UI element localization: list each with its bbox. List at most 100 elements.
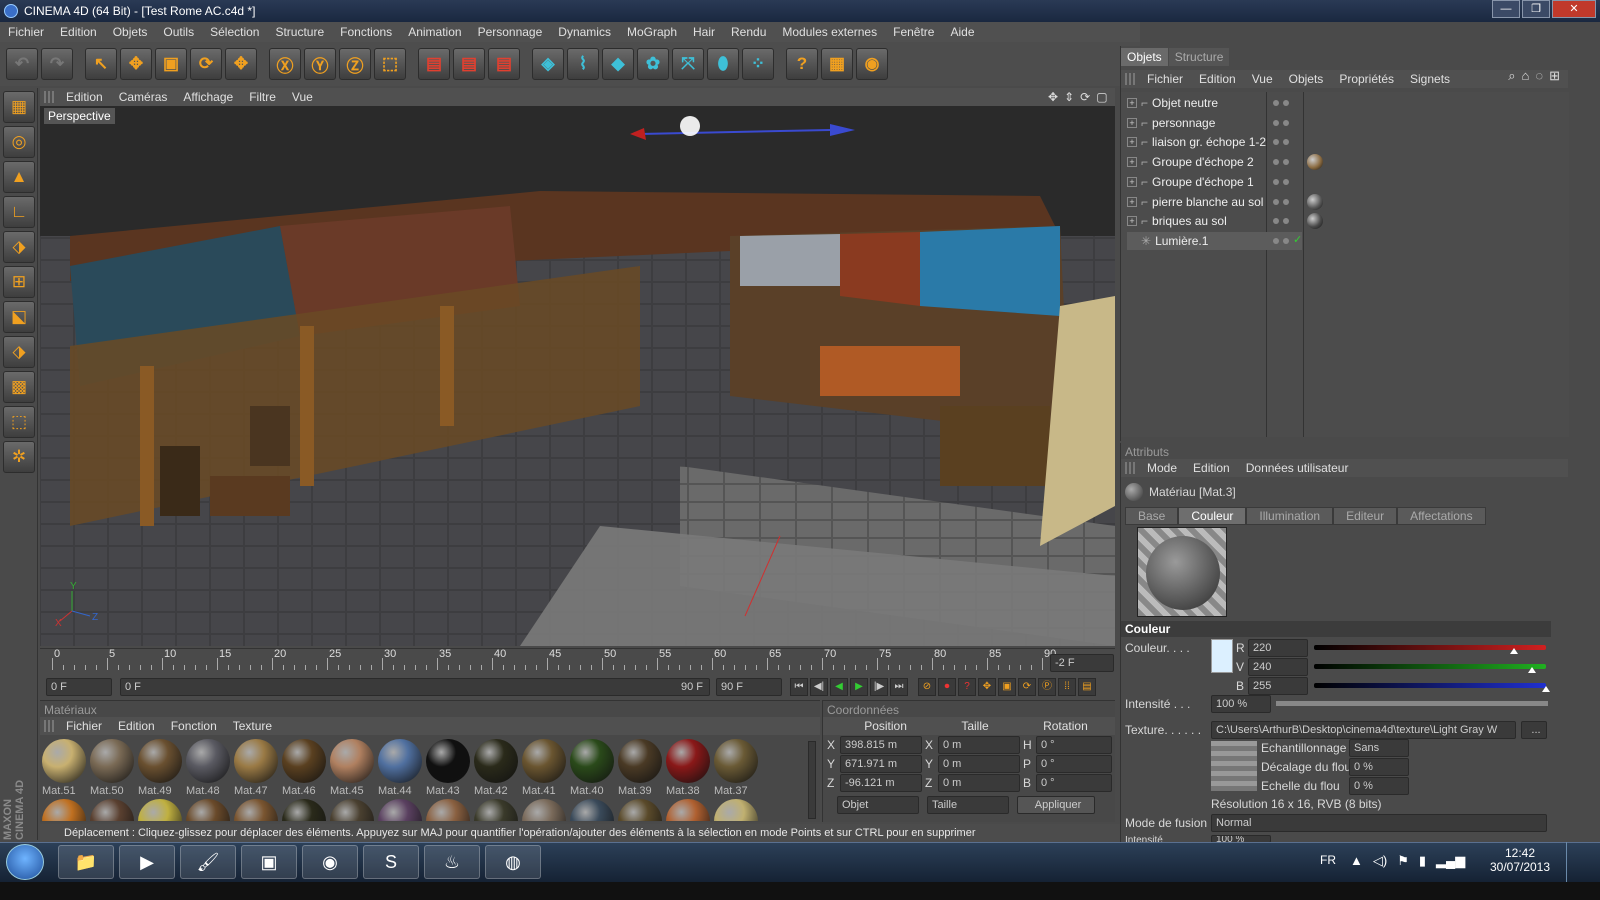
materials-menu-edition[interactable]: Edition (110, 719, 163, 733)
texture-browse-button[interactable]: ... (1521, 721, 1547, 739)
start-button[interactable] (6, 844, 44, 880)
move-world-icon[interactable]: ✥ (225, 48, 257, 80)
menu-selection[interactable]: Sélection (202, 25, 267, 39)
grip-handle[interactable] (1125, 73, 1135, 85)
prev-key-icon[interactable]: ◀| (810, 678, 828, 696)
visibility-dots[interactable] (1273, 218, 1293, 225)
attr-tab-affectations[interactable]: Affectations (1397, 507, 1486, 525)
menu-dynamics[interactable]: Dynamics (550, 25, 619, 39)
show-desktop-button[interactable] (1566, 842, 1600, 882)
play-reverse-icon[interactable]: ◀ (830, 678, 848, 696)
color-swatch[interactable] (1211, 639, 1233, 673)
coord-rotation-field[interactable]: 0 ° (1036, 755, 1112, 773)
material-item[interactable]: Mat.41 (522, 739, 568, 797)
tab-structure[interactable]: Structure (1168, 48, 1230, 66)
coord-system-icon[interactable]: ⬚ (374, 48, 406, 80)
media-icon[interactable]: ▶ (119, 845, 175, 879)
material-item[interactable] (138, 799, 184, 821)
render-visibility-dot[interactable] (1283, 178, 1289, 185)
material-item[interactable]: Mat.46 (282, 739, 328, 797)
intensite-slider[interactable] (1276, 701, 1548, 706)
material-item[interactable] (234, 799, 280, 821)
go-start-icon[interactable]: ⏮ (790, 678, 808, 696)
objects-menu-objets[interactable]: Objets (1281, 72, 1332, 86)
network-icon[interactable]: ▂▄▆ (1436, 853, 1465, 869)
play-icon[interactable]: ▶ (850, 678, 868, 696)
visibility-dots[interactable] (1273, 159, 1293, 166)
object-mode-icon[interactable]: ⊞ (3, 266, 35, 298)
attr-tab-editeur[interactable]: Editeur (1333, 507, 1398, 525)
visibility-dots[interactable] (1273, 100, 1293, 106)
volume-icon[interactable]: ◁) (1373, 853, 1387, 869)
battery-icon[interactable]: ▮ (1419, 853, 1426, 869)
coord-size-field[interactable]: 0 m (938, 774, 1020, 792)
material-item[interactable] (186, 799, 232, 821)
echelle-field[interactable]: 0 % (1349, 777, 1409, 795)
material-item[interactable]: Mat.50 (90, 739, 136, 797)
deformer-icon[interactable]: ⤧ (672, 48, 704, 80)
menu-mograph[interactable]: MoGraph (619, 25, 685, 39)
object-row[interactable]: + ⌐ Groupe d'échope 2 (1127, 153, 1254, 171)
web-icon[interactable]: ◉ (856, 48, 888, 80)
material-item[interactable] (714, 799, 760, 821)
coord-position-field[interactable]: -96.121 m (840, 774, 922, 792)
decalage-field[interactable]: 0 % (1349, 758, 1409, 776)
visibility-dots[interactable] (1273, 237, 1293, 244)
rotate-icon[interactable]: ⟳ (190, 48, 222, 80)
skype-icon[interactable]: S (363, 845, 419, 879)
object-row[interactable]: + ⌐ briques au sol (1127, 212, 1227, 230)
orbit-icon[interactable]: ⟳ (1080, 90, 1090, 104)
particles-icon[interactable]: ⁘ (742, 48, 774, 80)
folder-icon[interactable]: 📁 (58, 845, 114, 879)
menu-edition[interactable]: Edition (52, 25, 105, 39)
new-window-icon[interactable]: ⊞ (1549, 68, 1560, 84)
frame-range-slider[interactable]: 0 F 90 F (120, 678, 710, 696)
menu-aide[interactable]: Aide (942, 25, 982, 39)
intensite-field[interactable]: 100 % (1211, 695, 1271, 713)
menu-modules-externes[interactable]: Modules externes (774, 25, 885, 39)
material-tag-icon[interactable] (1307, 193, 1323, 210)
menu-personnage[interactable]: Personnage (470, 25, 551, 39)
material-item[interactable]: Mat.38 (666, 739, 712, 797)
render-visibility-dot[interactable] (1283, 218, 1289, 225)
editor-visibility-dot[interactable] (1273, 119, 1279, 126)
tab-objets[interactable]: Objets (1121, 48, 1168, 66)
slider-knob[interactable] (1528, 667, 1537, 673)
rgb-value-field[interactable]: 255 (1248, 677, 1308, 695)
next-key-icon[interactable]: |▶ (870, 678, 888, 696)
object-row[interactable]: + ⌐ personnage (1127, 114, 1215, 132)
material-item[interactable]: Mat.45 (330, 739, 376, 797)
menu-outils[interactable]: Outils (155, 25, 202, 39)
menu-fonctions[interactable]: Fonctions (332, 25, 400, 39)
dolly-icon[interactable]: ⇕ (1064, 90, 1074, 104)
orbit-icon[interactable]: ◎ (3, 126, 35, 158)
material-item[interactable] (282, 799, 328, 821)
material-item[interactable]: Mat.51 (42, 739, 88, 797)
render-visibility-dot[interactable] (1283, 159, 1289, 166)
attr-tab-illumination[interactable]: Illumination (1246, 507, 1334, 525)
material-item[interactable] (618, 799, 664, 821)
editor-visibility-dot[interactable] (1273, 178, 1279, 185)
object-row[interactable]: + ⌐ Objet neutre (1127, 94, 1218, 112)
go-end-icon[interactable]: ⏭ (890, 678, 908, 696)
menu-rendu[interactable]: Rendu (723, 25, 774, 39)
rgb-slider[interactable] (1314, 683, 1546, 688)
render-visibility-dot[interactable] (1283, 139, 1289, 146)
viewport-menu-vue[interactable]: Vue (284, 90, 321, 104)
attributes-menu-donnees-utilisateur[interactable]: Données utilisateur (1238, 461, 1357, 475)
layout-icon[interactable]: ▦ (3, 91, 35, 123)
material-item[interactable] (570, 799, 616, 821)
menu-structure[interactable]: Structure (267, 25, 332, 39)
polygons-mode-icon[interactable]: ⬗ (3, 231, 35, 263)
menu-objets[interactable]: Objets (105, 25, 156, 39)
materials-menu-fonction[interactable]: Fonction (163, 719, 225, 733)
eye-icon[interactable]: ◌ (1535, 68, 1543, 84)
material-item[interactable] (90, 799, 136, 821)
objects-menu-fichier[interactable]: Fichier (1139, 72, 1191, 86)
check-icon[interactable]: ✓ (1293, 233, 1302, 246)
material-item[interactable]: Mat.44 (378, 739, 424, 797)
nurbs-icon[interactable]: ◆ (602, 48, 634, 80)
material-item[interactable]: Mat.39 (618, 739, 664, 797)
attr-tab-base[interactable]: Base (1125, 507, 1179, 525)
menu-hair[interactable]: Hair (685, 25, 723, 39)
